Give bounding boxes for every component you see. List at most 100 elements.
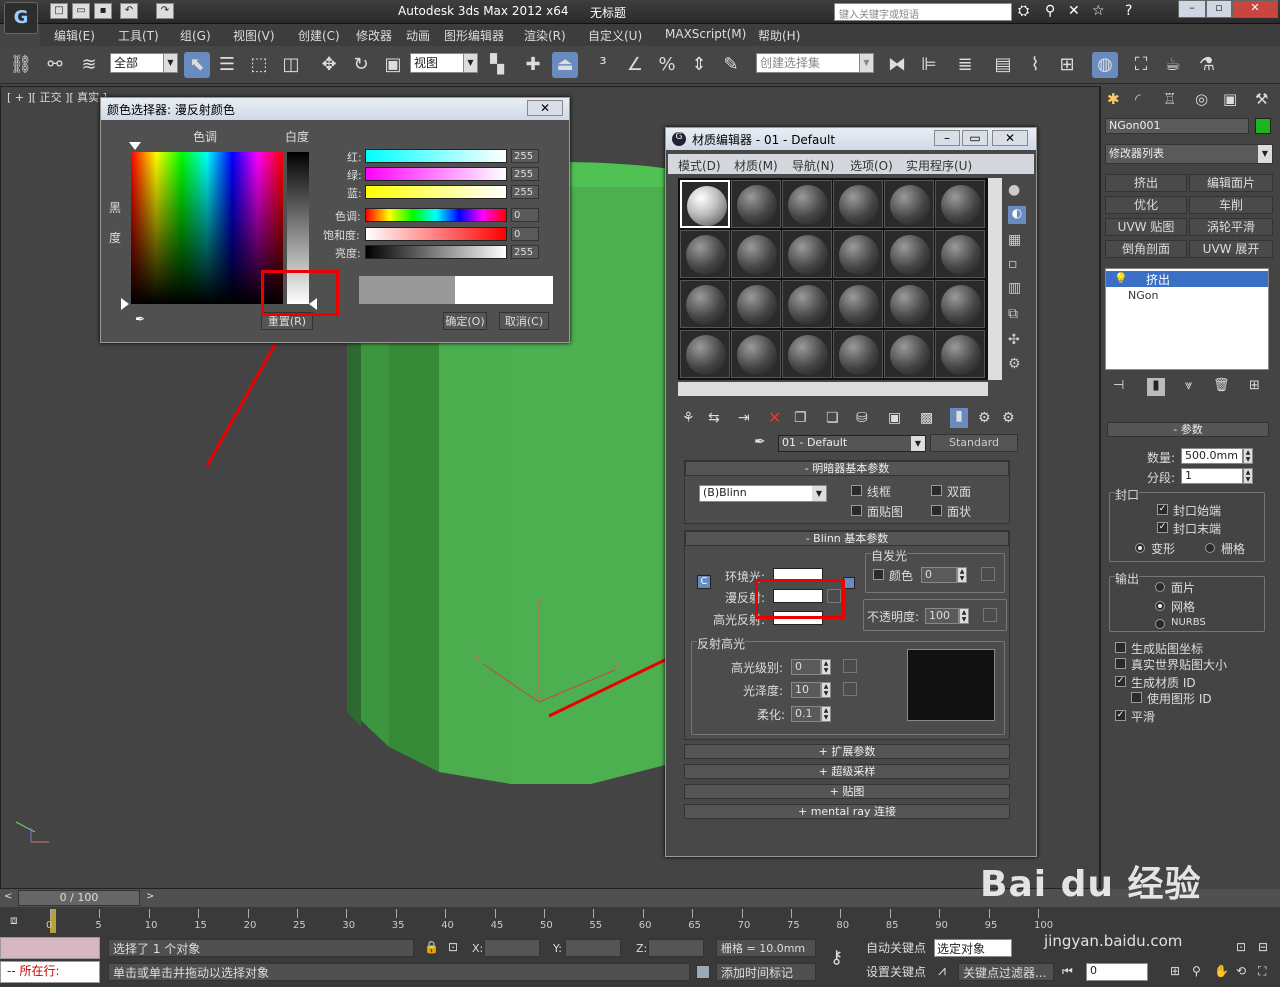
menu-customize[interactable]: 自定义(U) (588, 27, 642, 44)
use-shape-ids-checkbox[interactable] (1131, 692, 1142, 703)
time-next-icon[interactable]: > (146, 891, 154, 902)
blue-value[interactable]: 255 (511, 185, 539, 199)
angle-snap-icon[interactable]: ∠ (622, 52, 648, 78)
copy-material-icon[interactable]: ❐ (794, 410, 807, 426)
x-coord-field[interactable] (484, 939, 540, 957)
face-map-checkbox[interactable] (851, 505, 862, 516)
pick-material-icon[interactable]: ✒ (754, 434, 766, 450)
optimize-button[interactable]: 优化 (1105, 196, 1187, 214)
self-illum-value[interactable]: 0 (921, 567, 957, 583)
saturation-slider[interactable] (365, 227, 507, 241)
gen-map-coords-checkbox[interactable] (1115, 642, 1126, 653)
amount-spinner[interactable]: ▲ ▼ (1243, 448, 1253, 464)
glossiness-value[interactable]: 10 (791, 682, 821, 698)
time-tag-icon[interactable] (696, 965, 710, 979)
smooth-checkbox[interactable]: ✓ (1115, 710, 1126, 721)
self-illum-map-button[interactable] (981, 567, 995, 581)
sample-slot[interactable] (782, 180, 832, 228)
sample-type-icon[interactable]: ● (1008, 182, 1026, 200)
goto-start-icon[interactable]: ⏮ (1062, 964, 1073, 979)
sample-slot[interactable] (731, 230, 781, 278)
menu-maxscript[interactable]: MAXScript(M) (665, 27, 746, 41)
morph-radio[interactable] (1135, 543, 1145, 553)
graphite-icon[interactable]: ▤ (990, 52, 1016, 78)
pan-view-icon[interactable]: ✋ (1214, 964, 1229, 978)
time-slider-thumb[interactable]: 0 / 100 (18, 890, 140, 906)
spinner-snap-icon[interactable]: ⇕ (686, 52, 712, 78)
edit-named-sel-icon[interactable]: ✎ (718, 52, 744, 78)
material-type-button[interactable]: Standard (930, 434, 1018, 452)
sample-slot[interactable] (731, 280, 781, 328)
mat-menu-mode[interactable]: 模式(D) (678, 157, 721, 174)
opacity-map-button[interactable] (983, 608, 997, 622)
sample-slots-scrollbar[interactable] (678, 382, 988, 396)
soften-spinner[interactable]: ▲ ▼ (821, 706, 831, 722)
grid-radio[interactable] (1205, 543, 1215, 553)
scale-icon[interactable]: ▣ (380, 52, 406, 78)
stack-item-ngon[interactable]: NGon (1128, 289, 1158, 302)
bevel-profile-button[interactable]: 倒角剖面 (1105, 240, 1187, 258)
rect-selection-icon[interactable]: ⬚ (246, 52, 272, 78)
sample-slot[interactable] (782, 230, 832, 278)
stack-item-extrude[interactable]: 挤出 (1106, 271, 1268, 287)
edit-patch-button[interactable]: 编辑面片 (1189, 174, 1273, 192)
shader-dropdown[interactable]: (B)Blinn ▼ (699, 485, 827, 502)
sample-slot[interactable] (884, 230, 934, 278)
link-icon[interactable]: ⛓ (8, 52, 34, 78)
menu-modifiers[interactable]: 修改器 (356, 27, 392, 44)
glossiness-map-button[interactable] (843, 682, 857, 696)
new-file-icon[interactable]: □ (50, 3, 68, 19)
rotate-icon[interactable]: ↻ (348, 52, 374, 78)
key-mode-dropdown[interactable]: 选定对象 (934, 939, 1012, 957)
sample-slot[interactable] (782, 330, 832, 378)
transform-mode-icon[interactable]: ⊡ (448, 940, 458, 954)
render-frame-icon[interactable]: ☕ (1160, 52, 1186, 78)
two-sided-checkbox[interactable] (931, 485, 942, 496)
star-icon[interactable]: ☆ (1092, 3, 1105, 19)
percent-snap-icon[interactable]: % (654, 52, 680, 78)
real-world-checkbox[interactable] (1115, 658, 1126, 669)
remove-modifier-icon[interactable]: 🗑 (1213, 378, 1230, 393)
sample-slot[interactable] (935, 280, 985, 328)
layer-manager-icon[interactable]: ≣ (952, 52, 978, 78)
object-name-field[interactable]: NGon001 (1105, 118, 1249, 134)
open-file-icon[interactable]: ▭ (72, 3, 90, 19)
show-end-result-stack-icon[interactable]: ▮ (1147, 378, 1165, 396)
make-unique-icon[interactable]: ❏ (826, 410, 839, 426)
sample-slot[interactable] (680, 180, 730, 228)
sample-slot[interactable] (680, 330, 730, 378)
close-button[interactable]: ✕ (1232, 0, 1278, 18)
minimize-button[interactable]: – (1178, 0, 1206, 18)
menu-animation[interactable]: 动画 (406, 27, 430, 44)
parameters-rollout-header[interactable]: - 参数 (1107, 422, 1269, 437)
time-config-icon[interactable]: ⊞ (1170, 964, 1180, 978)
help-icon[interactable]: ? (1125, 3, 1132, 19)
y-coord-field[interactable] (565, 939, 621, 957)
pivot-icon[interactable]: ▚ (484, 52, 510, 78)
lightbulb-icon[interactable]: 💡 (1114, 272, 1128, 285)
menu-edit[interactable]: 编辑(E) (54, 27, 95, 44)
sample-slot[interactable] (884, 330, 934, 378)
nurbs-radio[interactable] (1155, 619, 1165, 629)
green-value[interactable]: 255 (511, 167, 539, 181)
patch-radio[interactable] (1155, 582, 1165, 592)
mirror-icon[interactable]: ⧓ (884, 52, 910, 78)
keyboard-shortcut-icon[interactable]: ⏏ (552, 52, 578, 78)
blinn-rollout-header[interactable]: - Blinn 基本参数 (685, 531, 1009, 546)
sample-slot[interactable] (935, 180, 985, 228)
sample-slot[interactable] (833, 330, 883, 378)
track-bar-icon[interactable]: ⧈ (10, 913, 18, 928)
sample-slot[interactable] (731, 180, 781, 228)
key-filters-button[interactable]: 关键点过滤器... (958, 963, 1054, 981)
sample-slot[interactable] (884, 180, 934, 228)
select-manipulate-icon[interactable]: ✚ (520, 52, 546, 78)
gen-material-ids-checkbox[interactable]: ✓ (1115, 676, 1126, 687)
menu-rendering[interactable]: 渲染(R) (524, 27, 566, 44)
cancel-button[interactable]: 取消(C) (499, 312, 549, 330)
red-value[interactable]: 255 (511, 149, 539, 163)
mat-minimize-button[interactable]: – (934, 130, 960, 146)
soften-value[interactable]: 0.1 (791, 706, 821, 722)
app-logo[interactable]: G (4, 2, 38, 34)
named-selection-dropdown[interactable]: 创建选择集 ▼ (756, 53, 874, 73)
show-map-icon[interactable]: ▩ (920, 410, 933, 426)
